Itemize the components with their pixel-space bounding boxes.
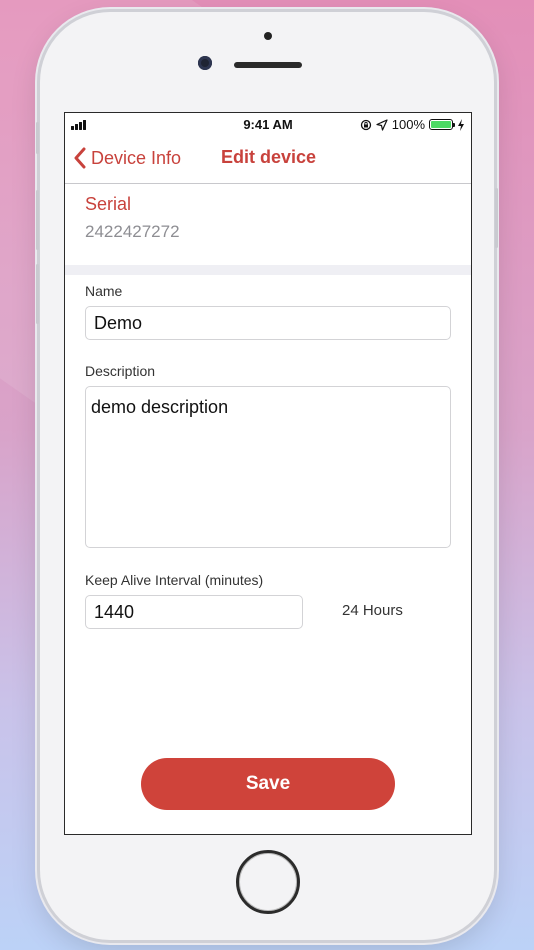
battery-fill [431,121,451,128]
page-title: Edit device [221,147,317,167]
front-camera [198,56,212,70]
status-right-group: 100% [360,117,465,132]
volume-up-button [36,190,39,250]
keepalive-hours-hint: 24 Hours [342,602,403,619]
app-screen: 9:41 AM 100% Device Info Edit device Ser… [64,112,472,835]
name-label: Name [85,283,123,299]
back-label: Device Info [91,147,182,168]
charging-icon [458,118,464,131]
status-bar: 9:41 AM 100% [65,113,471,137]
save-button[interactable]: Save [141,758,395,810]
serial-value: 2422427272 [85,222,180,241]
mute-switch [36,122,39,154]
proximity-sensor [264,32,272,40]
section-divider [65,265,471,275]
back-button[interactable]: Device Info [73,147,181,169]
battery-percent: 100% [391,117,425,132]
keepalive-input[interactable] [85,595,303,629]
earpiece-speaker [234,62,302,68]
home-button[interactable] [236,850,300,914]
battery-icon [429,119,455,130]
description-textarea[interactable]: demo description [85,386,451,548]
lock-rotation-icon [360,119,371,130]
location-icon [376,118,388,131]
volume-down-button [36,264,39,324]
navigation-bar: Device Info Edit device [65,137,471,184]
description-label: Description [85,363,156,379]
name-input[interactable] [85,306,451,340]
serial-label: Serial [85,194,132,214]
keepalive-label: Keep Alive Interval (minutes) [85,572,264,588]
chevron-left-icon [74,147,86,169]
power-button [495,188,498,248]
